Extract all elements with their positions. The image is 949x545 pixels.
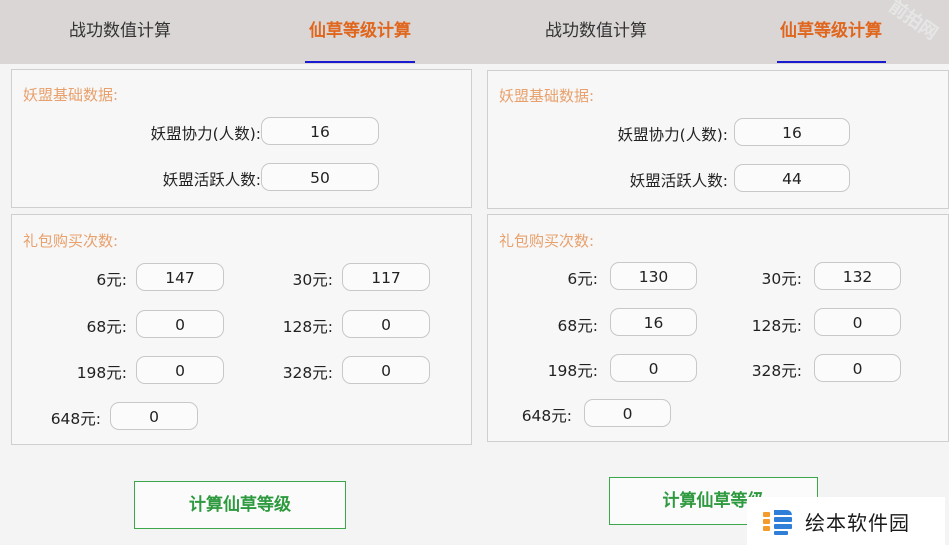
site-watermark: 绘本软件园 xyxy=(747,497,945,545)
gift-648-label: 648元: xyxy=(50,410,101,428)
alliance-assist-label: 妖盟协力(人数): xyxy=(150,125,261,143)
tab-herb-level[interactable]: 仙草等级计算 xyxy=(280,0,440,64)
software-logo-icon xyxy=(761,504,795,538)
tab-combat-value[interactable]: 战功数值计算 xyxy=(516,0,676,64)
alliance-active-field[interactable]: 44 xyxy=(734,164,850,192)
gift-128-field[interactable]: 0 xyxy=(342,310,430,338)
calculate-herb-level-button[interactable]: 计算仙草等级 xyxy=(134,481,346,529)
gift-648-field[interactable]: 0 xyxy=(584,399,671,427)
gift-6-field[interactable]: 147 xyxy=(136,263,224,291)
alliance-active-label: 妖盟活跃人数: xyxy=(629,172,728,190)
base-data-box: 妖盟基础数据: 妖盟协力(人数): 16 妖盟活跃人数: 44 xyxy=(487,70,949,209)
gift-328-label: 328元: xyxy=(751,362,802,380)
gift-198-field[interactable]: 0 xyxy=(136,356,224,384)
gift-purchase-title: 礼包购买次数: xyxy=(23,232,119,250)
gift-purchase-box: 礼包购买次数: 6元: 130 30元: 132 68元: 16 128元: 0… xyxy=(487,214,949,442)
gift-128-label: 128元: xyxy=(751,317,802,335)
gift-68-field[interactable]: 0 xyxy=(136,310,224,338)
gift-6-label: 6元: xyxy=(96,271,127,289)
alliance-active-field[interactable]: 50 xyxy=(261,163,379,191)
gift-328-field[interactable]: 0 xyxy=(342,356,430,384)
base-data-title: 妖盟基础数据: xyxy=(23,86,119,104)
active-tab-indicator xyxy=(777,61,886,63)
watermark-text: 绘本软件园 xyxy=(805,510,910,535)
gift-30-label: 30元: xyxy=(761,270,802,288)
gift-328-field[interactable]: 0 xyxy=(814,354,901,382)
alliance-assist-field[interactable]: 16 xyxy=(734,118,850,146)
gift-30-field[interactable]: 117 xyxy=(342,263,430,291)
gift-198-label: 198元: xyxy=(76,364,127,382)
alliance-active-label: 妖盟活跃人数: xyxy=(162,171,261,189)
gift-648-label: 648元: xyxy=(521,407,572,425)
alliance-assist-label: 妖盟协力(人数): xyxy=(617,126,728,144)
gift-128-label: 128元: xyxy=(282,318,333,336)
tab-combat-value[interactable]: 战功数值计算 xyxy=(40,0,200,64)
gift-30-label: 30元: xyxy=(292,271,333,289)
gift-128-field[interactable]: 0 xyxy=(814,308,901,336)
gift-198-label: 198元: xyxy=(547,362,598,380)
base-data-box: 妖盟基础数据: 妖盟协力(人数): 16 妖盟活跃人数: 50 xyxy=(11,69,472,208)
gift-68-label: 68元: xyxy=(86,318,127,336)
gift-68-label: 68元: xyxy=(557,317,598,335)
gift-purchase-title: 礼包购买次数: xyxy=(499,232,595,250)
gift-purchase-box: 礼包购买次数: 6元: 147 30元: 117 68元: 0 128元: 0 … xyxy=(11,214,472,445)
gift-30-field[interactable]: 132 xyxy=(814,262,901,290)
gift-68-field[interactable]: 16 xyxy=(610,308,697,336)
left-panel: 战功数值计算 仙草等级计算 妖盟基础数据: 妖盟协力(人数): 16 妖盟活跃人… xyxy=(0,0,479,545)
gift-648-field[interactable]: 0 xyxy=(110,402,198,430)
base-data-title: 妖盟基础数据: xyxy=(499,87,595,105)
tab-bar: 战功数值计算 仙草等级计算 xyxy=(0,0,478,64)
gift-6-label: 6元: xyxy=(567,270,598,288)
gift-328-label: 328元: xyxy=(282,364,333,382)
tab-bar: 战功数值计算 仙草等级计算 xyxy=(478,0,949,64)
alliance-assist-field[interactable]: 16 xyxy=(261,117,379,145)
gift-198-field[interactable]: 0 xyxy=(610,354,697,382)
active-tab-indicator xyxy=(305,61,415,63)
right-panel: 战功数值计算 仙草等级计算 前拍网 妖盟基础数据: 妖盟协力(人数): 16 妖… xyxy=(478,0,949,545)
gift-6-field[interactable]: 130 xyxy=(610,262,697,290)
